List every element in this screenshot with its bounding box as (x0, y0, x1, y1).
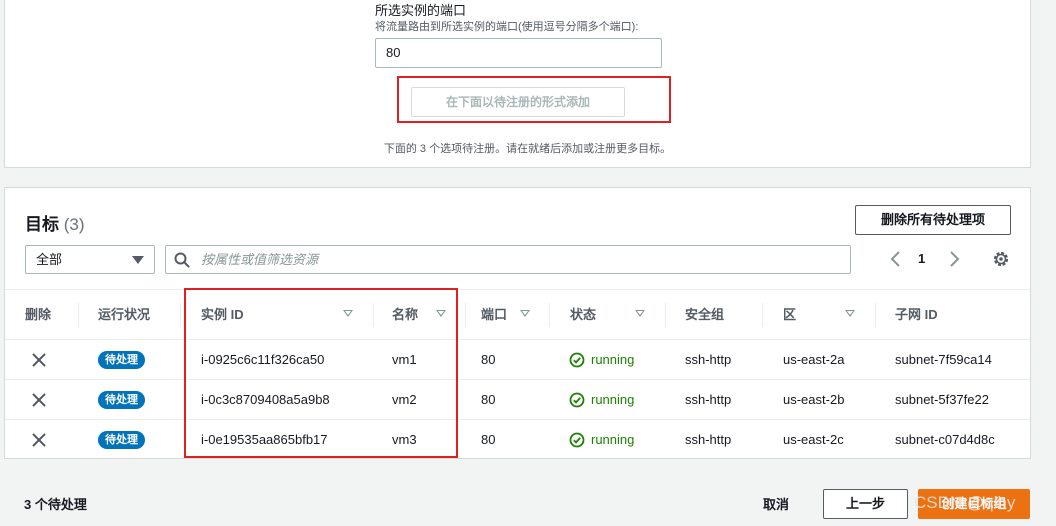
remove-all-pending-button[interactable]: 删除所有待处理项 (855, 205, 1011, 235)
pending-note: 下面的 3 个选项待注册。请在就绪后添加或注册更多目标。 (383, 143, 672, 155)
column-separator (78, 303, 79, 327)
filter-select-value: 全部 (36, 252, 63, 267)
column-separator (762, 303, 763, 327)
zone-cell: us-east-2b (783, 392, 845, 407)
sort-icon (635, 310, 645, 317)
subnet-id-cell: subnet-c07d4d8c (895, 432, 995, 447)
add-as-pending-button[interactable]: 在下面以待注册的形式添加 (411, 87, 625, 117)
security-group-cell: ssh-http (685, 392, 732, 407)
pending-count: 3 个待处理 (24, 497, 87, 512)
port-field-label: 所选实例的端口 (375, 3, 467, 18)
status-badge: 待处理 (98, 351, 145, 369)
sort-icon (520, 310, 530, 317)
column-subnet-id: 子网 ID (895, 307, 938, 322)
chevron-left-icon[interactable] (887, 249, 905, 269)
filter-select[interactable]: 全部 (25, 245, 155, 274)
check-circle-icon (569, 352, 585, 368)
close-icon[interactable] (31, 392, 47, 408)
state-cell: running (591, 392, 635, 407)
table-row: 待处理 i-0925c6c11f326ca50 vm1 80 running s… (5, 339, 1030, 379)
state-cell: running (591, 432, 635, 447)
targets-count: (3) (63, 215, 85, 234)
column-separator (549, 303, 550, 327)
sort-icon (845, 310, 855, 317)
highlight-box (184, 288, 458, 458)
zone-cell: us-east-2a (783, 352, 845, 367)
security-group-cell: ssh-http (685, 352, 732, 367)
search-placeholder: 按属性或值筛选资源 (201, 252, 319, 267)
column-state-label: 状态 (570, 307, 597, 322)
column-separator (665, 303, 666, 327)
watermark: CSDN @qlhy (914, 493, 1016, 512)
subnet-id-cell: subnet-7f59ca14 (895, 352, 992, 367)
status-badge: 待处理 (98, 431, 145, 449)
column-port-label: 端口 (481, 307, 508, 322)
caret-down-icon (132, 256, 144, 264)
close-icon[interactable] (31, 432, 47, 448)
search-icon (174, 252, 190, 268)
column-separator (180, 303, 181, 327)
table-row: 待处理 i-0c3c8709408a5a9b8 vm2 80 running s… (5, 379, 1030, 419)
cancel-button[interactable]: 取消 (763, 494, 789, 513)
column-security-group: 安全组 (685, 307, 725, 322)
column-remove: 删除 (25, 307, 52, 322)
targets-panel: 目标 (3) 删除所有待处理项 全部 按属性或值筛选资源 1 删除 运行状况 实… (4, 187, 1031, 459)
column-separator (875, 303, 876, 327)
column-zone[interactable]: 区 (783, 290, 855, 339)
table-header: 删除 运行状况 实例 ID 名称 端口 状态 安全组 区 子网 ID (5, 289, 1030, 339)
table-row: 待处理 i-0e19535aa865bfb17 vm3 80 running s… (5, 419, 1030, 459)
status-badge: 待处理 (98, 391, 145, 409)
close-icon[interactable] (31, 352, 47, 368)
port-cell: 80 (481, 352, 496, 367)
column-port[interactable]: 端口 (481, 290, 530, 339)
targets-title: 目标 (25, 215, 59, 234)
port-panel: 所选实例的端口 将流量路由到所选实例的端口(使用逗号分隔多个端口): 80 在下… (4, 0, 1031, 168)
check-circle-icon (569, 432, 585, 448)
column-health: 运行状况 (98, 307, 151, 322)
subnet-id-cell: subnet-5f37fe22 (895, 392, 989, 407)
gear-icon[interactable] (991, 249, 1011, 269)
chevron-right-icon[interactable] (945, 249, 963, 269)
port-input[interactable]: 80 (375, 38, 662, 68)
zone-cell: us-east-2c (783, 432, 844, 447)
column-zone-label: 区 (783, 307, 797, 322)
port-cell: 80 (481, 392, 496, 407)
previous-button[interactable]: 上一步 (823, 489, 908, 519)
search-input[interactable]: 按属性或值筛选资源 (165, 245, 851, 274)
check-circle-icon (569, 392, 585, 408)
port-field-description: 将流量路由到所选实例的端口(使用逗号分隔多个端口): (375, 21, 639, 33)
port-cell: 80 (481, 432, 496, 447)
column-state[interactable]: 状态 (570, 290, 645, 339)
state-cell: running (591, 352, 635, 367)
security-group-cell: ssh-http (685, 432, 732, 447)
targets-heading: 目标 (3) (25, 210, 85, 235)
current-page[interactable]: 1 (918, 248, 925, 270)
column-separator (465, 303, 466, 327)
